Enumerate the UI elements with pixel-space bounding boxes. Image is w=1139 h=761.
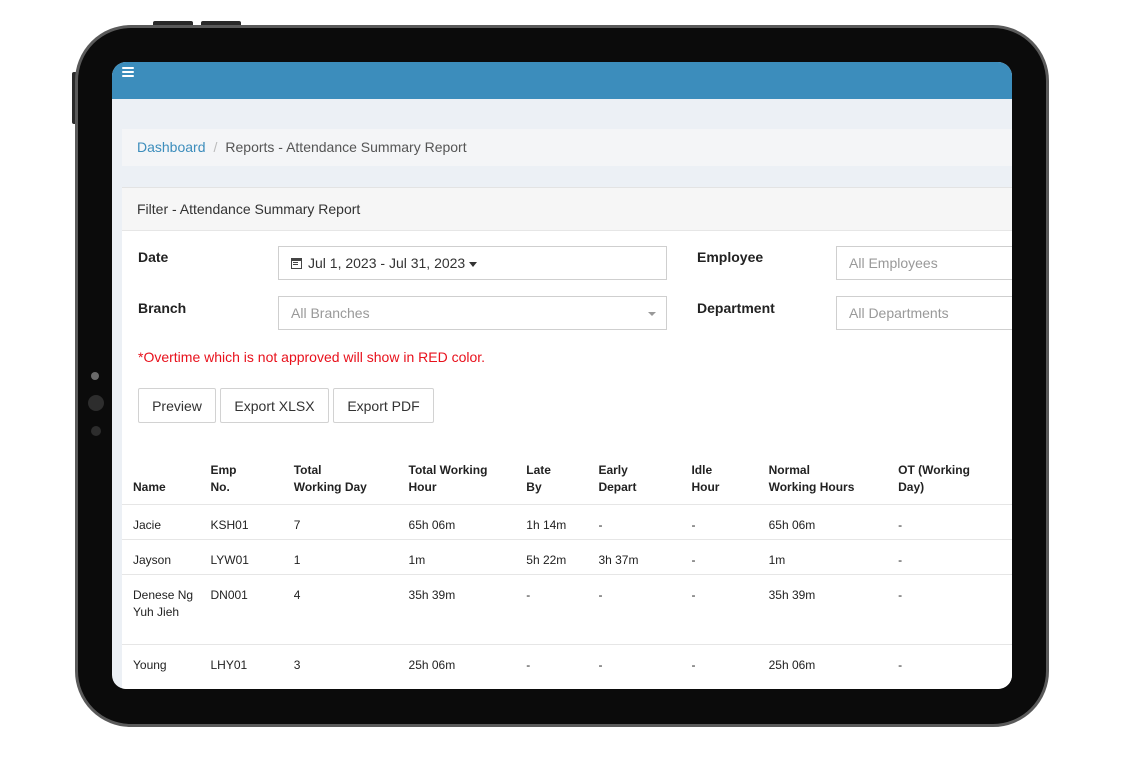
cell-early-depart: 3h 37m xyxy=(598,538,692,574)
app-screen: Dashboard / Reports - Attendance Summary R… xyxy=(112,62,1012,689)
cell-ot-working-day: - xyxy=(898,538,1012,574)
cell-early-depart: - xyxy=(598,643,692,681)
col-header-late-by[interactable]: Late By xyxy=(526,446,598,504)
top-navbar xyxy=(112,62,1012,99)
cell-total-working-hour: 65h 06m xyxy=(408,503,527,539)
department-select[interactable]: All Departments xyxy=(836,296,1012,330)
cell-late-by: 5h 22m xyxy=(526,538,599,574)
breadcrumb-separator: / xyxy=(213,139,218,155)
col-header-emp-no[interactable]: Emp No. xyxy=(211,446,294,504)
cell-total-working-hour: 25h 06m xyxy=(408,643,527,681)
breadcrumb-dashboard-link[interactable]: Dashboard xyxy=(137,139,206,155)
branch-label: Branch xyxy=(138,300,187,316)
cell-ot-working-day: - xyxy=(898,573,1012,644)
cell-early-depart: - xyxy=(598,503,692,539)
cell-idle-hour: - xyxy=(691,573,769,644)
employee-placeholder: All Employees xyxy=(849,255,938,271)
cell-idle-hour: - xyxy=(691,643,769,681)
col-header-total-working-day[interactable]: Total Working Day xyxy=(294,446,409,504)
cell-idle-hour: - xyxy=(691,503,769,539)
cell-late-by: - xyxy=(526,643,599,681)
employee-label: Employee xyxy=(697,249,764,265)
col-header-total-working-hour[interactable]: Total Working Hour xyxy=(409,446,527,504)
cell-emp-no: LYW01 xyxy=(210,538,294,574)
department-label: Department xyxy=(697,300,775,316)
cell-name: Jayson xyxy=(122,538,211,574)
cell-normal-working-hours: 65h 06m xyxy=(768,503,899,539)
filter-panel: Filter - Attendance Summary Report Date … xyxy=(122,187,1012,689)
branch-placeholder: All Branches xyxy=(291,305,370,321)
table-row: Young LHY01 3 25h 06m - - - 25h 06m - - xyxy=(122,643,1012,681)
cell-emp-no: DN001 xyxy=(210,573,294,644)
cell-late-by: - xyxy=(526,573,599,644)
cell-normal-working-hours: 35h 39m xyxy=(768,573,899,644)
cell-ot-working-day: - xyxy=(898,503,1012,539)
cell-total-working-day: 4 xyxy=(293,573,409,644)
cell-name: Denese Ng Yuh Jieh xyxy=(122,573,211,644)
cell-name: Young xyxy=(122,643,211,681)
cell-emp-no: KSH01 xyxy=(210,503,294,539)
chevron-down-icon xyxy=(648,312,656,316)
table-row: Jayson LYW01 1 1m 5h 22m 3h 37m - 1m - - xyxy=(122,538,1012,574)
export-xlsx-button[interactable]: Export XLSX xyxy=(220,388,329,423)
cell-total-working-hour: 1m xyxy=(408,538,527,574)
employee-select[interactable]: All Employees xyxy=(836,246,1012,280)
hamburger-menu-icon[interactable] xyxy=(122,67,134,79)
cell-early-depart: - xyxy=(598,573,692,644)
cell-total-working-day: 1 xyxy=(293,538,409,574)
department-placeholder: All Departments xyxy=(849,305,949,321)
col-header-ot-working-day[interactable]: OT (Working Day) xyxy=(898,446,1012,504)
camera-dot xyxy=(91,372,99,380)
col-header-name[interactable]: Name xyxy=(122,446,211,504)
date-range-picker[interactable]: Jul 1, 2023 - Jul 31, 2023 xyxy=(278,246,667,280)
cell-normal-working-hours: 1m xyxy=(768,538,899,574)
overtime-note: *Overtime which is not approved will sho… xyxy=(138,349,486,365)
table-row: Denese Ng Yuh Jieh DN001 4 35h 39m - - -… xyxy=(122,573,1012,644)
col-header-normal-working-hours[interactable]: Normal Working Hours xyxy=(769,446,899,504)
cell-total-working-day: 3 xyxy=(293,643,409,681)
table-header-row: Name Emp No. Total Working Day Total Worki… xyxy=(122,446,1012,504)
cell-total-working-hour: 35h 39m xyxy=(408,573,527,644)
sensor-dot xyxy=(91,426,101,436)
camera-lens xyxy=(88,395,104,411)
caret-down-icon xyxy=(469,261,478,267)
cell-idle-hour: - xyxy=(691,538,769,574)
date-range-value: Jul 1, 2023 - Jul 31, 2023 xyxy=(308,255,466,271)
breadcrumb: Dashboard / Reports - Attendance Summary R… xyxy=(122,129,1012,166)
branch-select[interactable]: All Branches xyxy=(278,296,667,330)
cell-late-by: 1h 14m xyxy=(526,503,599,539)
cell-total-working-day: 7 xyxy=(293,503,409,539)
breadcrumb-current: Reports - Attendance Summary Report xyxy=(225,139,467,155)
date-label: Date xyxy=(138,249,169,265)
preview-button[interactable]: Preview xyxy=(138,388,216,423)
col-header-idle-hour[interactable]: Idle Hour xyxy=(691,446,768,504)
attendance-summary-table: Name Emp No. Total Working Day Total Worki… xyxy=(122,446,1012,681)
table-row: Jacie KSH01 7 65h 06m 1h 14m - - 65h 06m… xyxy=(122,503,1012,539)
calendar-icon xyxy=(291,258,302,269)
filter-panel-title: Filter - Attendance Summary Report xyxy=(122,188,1012,231)
col-header-early-depart[interactable]: Early Depart xyxy=(598,446,691,504)
cell-name: Jacie xyxy=(122,503,211,539)
cell-normal-working-hours: 25h 06m xyxy=(768,643,899,681)
export-pdf-button[interactable]: Export PDF xyxy=(333,388,434,423)
cell-ot-working-day: - xyxy=(898,643,1012,681)
cell-emp-no: LHY01 xyxy=(210,643,294,681)
